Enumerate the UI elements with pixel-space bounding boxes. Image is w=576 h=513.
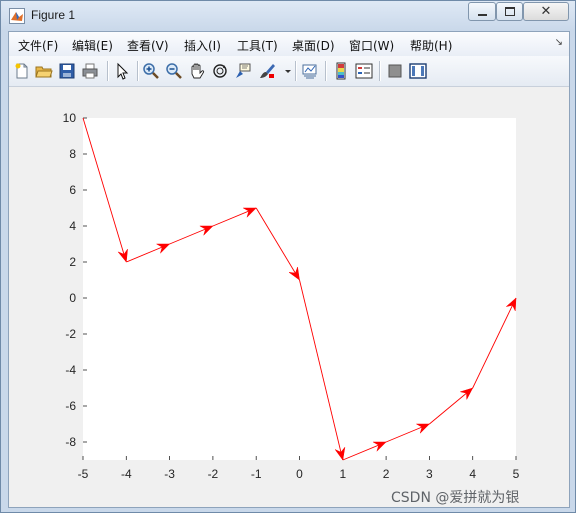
y-tick-label: 6 bbox=[69, 183, 76, 197]
toolbar-separator bbox=[107, 61, 109, 81]
y-tick-label: -6 bbox=[65, 399, 76, 413]
figure-client: 文件(F) 编辑(E) 查看(V) 插入(I) 工具(T) 桌面(D) 窗口(W… bbox=[8, 31, 570, 508]
toolbar-separator bbox=[137, 61, 139, 81]
menu-help[interactable]: 帮助(H) bbox=[410, 37, 452, 54]
window-title: Figure 1 bbox=[31, 8, 76, 22]
x-tick-label: 4 bbox=[469, 467, 476, 481]
menu-desktop[interactable]: 桌面(D) bbox=[292, 37, 335, 54]
menu-tools[interactable]: 工具(T) bbox=[237, 37, 278, 54]
y-tick-label: 2 bbox=[69, 255, 76, 269]
x-tick-label: 0 bbox=[296, 467, 303, 481]
x-tick-label: 2 bbox=[383, 467, 390, 481]
y-tick-label: 10 bbox=[63, 111, 77, 125]
menu-insert[interactable]: 插入(I) bbox=[184, 37, 221, 54]
matlab-logo-icon bbox=[9, 8, 25, 24]
close-icon: ✕ bbox=[540, 4, 552, 19]
save-icon[interactable] bbox=[58, 62, 76, 80]
chevron-down-icon[interactable] bbox=[279, 62, 291, 80]
rotate-3d-icon[interactable] bbox=[211, 62, 229, 80]
x-tick-label: -5 bbox=[78, 467, 89, 481]
minimize-button[interactable] bbox=[468, 2, 496, 21]
menu-file[interactable]: 文件(F) bbox=[18, 37, 58, 54]
figure-toolbar bbox=[9, 56, 569, 87]
print-icon[interactable] bbox=[81, 62, 99, 80]
menu-window[interactable]: 窗口(W) bbox=[349, 37, 394, 54]
close-button[interactable]: ✕ bbox=[523, 2, 569, 21]
figure-window: Figure 1 ✕ 文件(F) 编辑(E) 查看(V) 插入(I) 工具(T)… bbox=[0, 0, 576, 513]
x-tick-label: -3 bbox=[164, 467, 175, 481]
menu-view[interactable]: 查看(V) bbox=[127, 37, 169, 54]
brush-icon[interactable] bbox=[258, 62, 276, 80]
pan-hand-icon[interactable] bbox=[188, 62, 206, 80]
title-bar[interactable]: Figure 1 ✕ bbox=[1, 1, 575, 31]
maximize-button[interactable] bbox=[496, 2, 523, 21]
y-tick-label: 0 bbox=[69, 291, 76, 305]
legend-icon[interactable] bbox=[355, 62, 373, 80]
figure-area: -5 -4 -3 -2 -1 0 1 2 3 4 5 -8 -6 -4 -2 0 2 4 6 8 10 bbox=[9, 87, 569, 507]
toolbar-separator bbox=[295, 61, 297, 81]
menu-edit[interactable]: 编辑(E) bbox=[72, 37, 113, 54]
toolbar-separator bbox=[325, 61, 327, 81]
axes-background bbox=[83, 118, 516, 460]
y-tick-label: -4 bbox=[65, 363, 76, 377]
new-figure-icon[interactable] bbox=[13, 62, 31, 80]
show-plot-tools-icon[interactable] bbox=[409, 62, 427, 80]
colorbar-icon[interactable] bbox=[332, 62, 350, 80]
y-tick-label: 8 bbox=[69, 147, 76, 161]
x-tick-label: -1 bbox=[251, 467, 262, 481]
x-tick-label: 1 bbox=[339, 467, 346, 481]
link-plot-icon[interactable] bbox=[301, 62, 319, 80]
y-tick-label: -2 bbox=[65, 327, 76, 341]
zoom-in-icon[interactable] bbox=[142, 62, 160, 80]
open-file-icon[interactable] bbox=[35, 62, 53, 80]
plot-canvas[interactable]: -5 -4 -3 -2 -1 0 1 2 3 4 5 -8 -6 -4 -2 0 2 4 6 8 10 bbox=[9, 87, 569, 507]
x-tick-label: 5 bbox=[513, 467, 520, 481]
maximize-icon bbox=[504, 7, 515, 16]
y-tick-label: 4 bbox=[69, 219, 76, 233]
pointer-icon[interactable] bbox=[113, 62, 131, 80]
menu-dock-icon[interactable]: ↘ bbox=[555, 37, 563, 48]
x-tick-label: 3 bbox=[426, 467, 433, 481]
y-tick-label: -8 bbox=[65, 435, 76, 449]
minimize-icon bbox=[477, 13, 487, 16]
hide-plot-tools-icon[interactable] bbox=[386, 62, 404, 80]
watermark-text: CSDN @爱拼就为银 bbox=[391, 490, 520, 506]
toolbar-separator bbox=[379, 61, 381, 81]
menu-bar: 文件(F) 编辑(E) 查看(V) 插入(I) 工具(T) 桌面(D) 窗口(W… bbox=[9, 32, 569, 57]
data-cursor-icon[interactable] bbox=[234, 62, 252, 80]
x-tick-label: -4 bbox=[121, 467, 132, 481]
x-tick-label: -2 bbox=[208, 467, 219, 481]
zoom-out-icon[interactable] bbox=[165, 62, 183, 80]
